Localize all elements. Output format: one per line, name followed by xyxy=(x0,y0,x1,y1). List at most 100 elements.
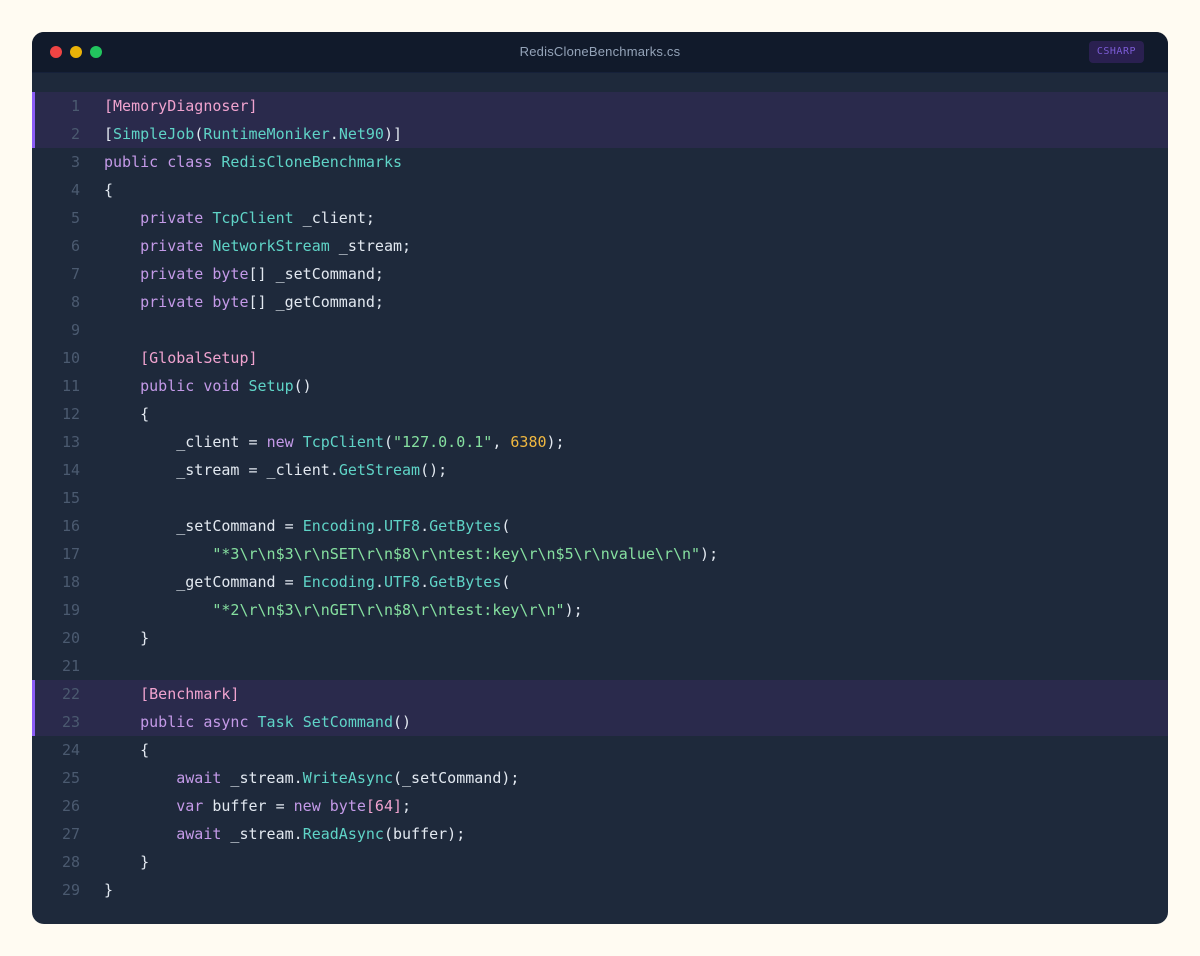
code-line[interactable]: 27 await _stream.ReadAsync(buffer); xyxy=(32,820,1168,848)
code-line[interactable]: 17 "*3\r\n$3\r\nSET\r\n$8\r\ntest:key\r\… xyxy=(32,540,1168,568)
code-line[interactable]: 8 private byte[] _getCommand; xyxy=(32,288,1168,316)
title-bar: RedisCloneBenchmarks.cs CSHARP xyxy=(32,32,1168,73)
code-token: private xyxy=(140,265,204,283)
code-token: _client; xyxy=(293,209,375,227)
code-text: } xyxy=(104,624,149,652)
code-text: private byte[] _getCommand; xyxy=(104,288,384,316)
code-token: . xyxy=(374,573,384,591)
code-line[interactable]: 18 _getCommand = Encoding.UTF8.GetBytes( xyxy=(32,568,1168,596)
code-token: "*3\r\n$3\r\nSET\r\n$8\r\ntest:key\r\n$5… xyxy=(212,545,701,563)
line-number: 9 xyxy=(70,321,80,339)
code-line[interactable]: 24 { xyxy=(32,736,1168,764)
code-line[interactable]: 16 _setCommand = Encoding.UTF8.GetBytes( xyxy=(32,512,1168,540)
code-text: _stream = _client.GetStream(); xyxy=(104,456,447,484)
code-text: "*3\r\n$3\r\nSET\r\n$8\r\ntest:key\r\n$5… xyxy=(104,540,718,568)
code-token: GetStream xyxy=(338,461,421,479)
code-text: } xyxy=(104,848,149,876)
code-token: SetCommand xyxy=(302,713,393,731)
code-token: ); xyxy=(700,545,719,563)
code-line[interactable]: 23 public async Task SetCommand() xyxy=(32,708,1168,736)
code-line[interactable]: 26 var buffer = new byte[64]; xyxy=(32,792,1168,820)
code-token: Net90 xyxy=(338,125,384,143)
code-token: private xyxy=(140,209,204,227)
code-line[interactable]: 9 xyxy=(32,316,1168,344)
code-token: "127.0.0.1" xyxy=(393,433,493,451)
line-number: 8 xyxy=(70,293,80,311)
code-line[interactable]: 1 [MemoryDiagnoser] xyxy=(32,92,1168,120)
code-text: var buffer = new byte[64]; xyxy=(104,792,411,820)
code-token: public xyxy=(140,377,195,395)
code-editor[interactable]: 1 [MemoryDiagnoser] 2 [SimpleJob(RuntimeMon… xyxy=(32,92,1168,904)
code-token: [] _getCommand; xyxy=(248,293,384,311)
code-token: _getCommand = xyxy=(104,573,303,591)
line-number: 22 xyxy=(61,685,80,703)
code-line[interactable]: 14 _stream = _client.GetStream(); xyxy=(32,456,1168,484)
code-token: [GlobalSetup] xyxy=(140,349,258,367)
code-token: public xyxy=(104,153,159,171)
code-token: NetworkStream xyxy=(212,237,330,255)
code-token: ( xyxy=(383,433,393,451)
line-number: 27 xyxy=(61,825,80,843)
code-line[interactable]: 3 public class RedisCloneBenchmarks xyxy=(32,148,1168,176)
code-token: TcpClient xyxy=(302,433,384,451)
line-number: 11 xyxy=(61,377,80,395)
code-line[interactable]: 21 xyxy=(32,652,1168,680)
code-text: [MemoryDiagnoser] xyxy=(104,92,258,120)
code-line[interactable]: 25 await _stream.WriteAsync(_setCommand)… xyxy=(32,764,1168,792)
code-line[interactable]: 6 private NetworkStream _stream; xyxy=(32,232,1168,260)
code-token: (); xyxy=(420,461,448,479)
code-line[interactable]: 22 [Benchmark] xyxy=(32,680,1168,708)
code-token: WriteAsync xyxy=(302,769,393,787)
code-token: _setCommand = xyxy=(104,517,303,535)
code-line[interactable]: 28 } xyxy=(32,848,1168,876)
code-line[interactable]: 13 _client = new TcpClient("127.0.0.1", … xyxy=(32,428,1168,456)
code-token: await xyxy=(176,825,222,843)
code-line[interactable]: 2 [SimpleJob(RuntimeMoniker.Net90)] xyxy=(32,120,1168,148)
line-number: 7 xyxy=(70,265,80,283)
code-token: new xyxy=(266,433,294,451)
code-line[interactable]: 20 } xyxy=(32,624,1168,652)
code-token: buffer = xyxy=(203,797,294,815)
code-token: (_setCommand); xyxy=(393,769,520,787)
line-number: 25 xyxy=(61,769,80,787)
code-token: var xyxy=(176,797,204,815)
line-number: 28 xyxy=(61,853,80,871)
code-token: Encoding xyxy=(302,517,375,535)
code-text: await _stream.ReadAsync(buffer); xyxy=(104,820,465,848)
code-text: private byte[] _setCommand; xyxy=(104,260,384,288)
code-token: ReadAsync xyxy=(302,825,384,843)
code-line[interactable]: 15 xyxy=(32,484,1168,512)
code-text: private NetworkStream _stream; xyxy=(104,232,411,260)
code-line[interactable]: 29} xyxy=(32,876,1168,904)
code-line[interactable]: 19 "*2\r\n$3\r\nGET\r\n$8\r\ntest:key\r\… xyxy=(32,596,1168,624)
code-token: [Benchmark] xyxy=(140,685,240,703)
code-token: "*2\r\n$3\r\nGET\r\n$8\r\ntest:key\r\n" xyxy=(212,601,565,619)
code-line[interactable]: 12 { xyxy=(32,400,1168,428)
code-token: _stream. xyxy=(221,825,303,843)
code-line[interactable]: 5 private TcpClient _client; xyxy=(32,204,1168,232)
code-line[interactable]: 7 private byte[] _setCommand; xyxy=(32,260,1168,288)
code-token: TcpClient xyxy=(212,209,294,227)
code-line[interactable]: 10 [GlobalSetup] xyxy=(32,344,1168,372)
line-number: 5 xyxy=(70,209,80,227)
code-token: RuntimeMoniker xyxy=(203,125,330,143)
code-token: new xyxy=(293,797,321,815)
line-number: 10 xyxy=(61,349,80,367)
line-number: 29 xyxy=(61,881,80,899)
code-line[interactable]: 11 public void Setup() xyxy=(32,372,1168,400)
code-token: byte xyxy=(212,265,249,283)
code-line[interactable]: 4{ xyxy=(32,176,1168,204)
code-token: _stream; xyxy=(329,237,412,255)
